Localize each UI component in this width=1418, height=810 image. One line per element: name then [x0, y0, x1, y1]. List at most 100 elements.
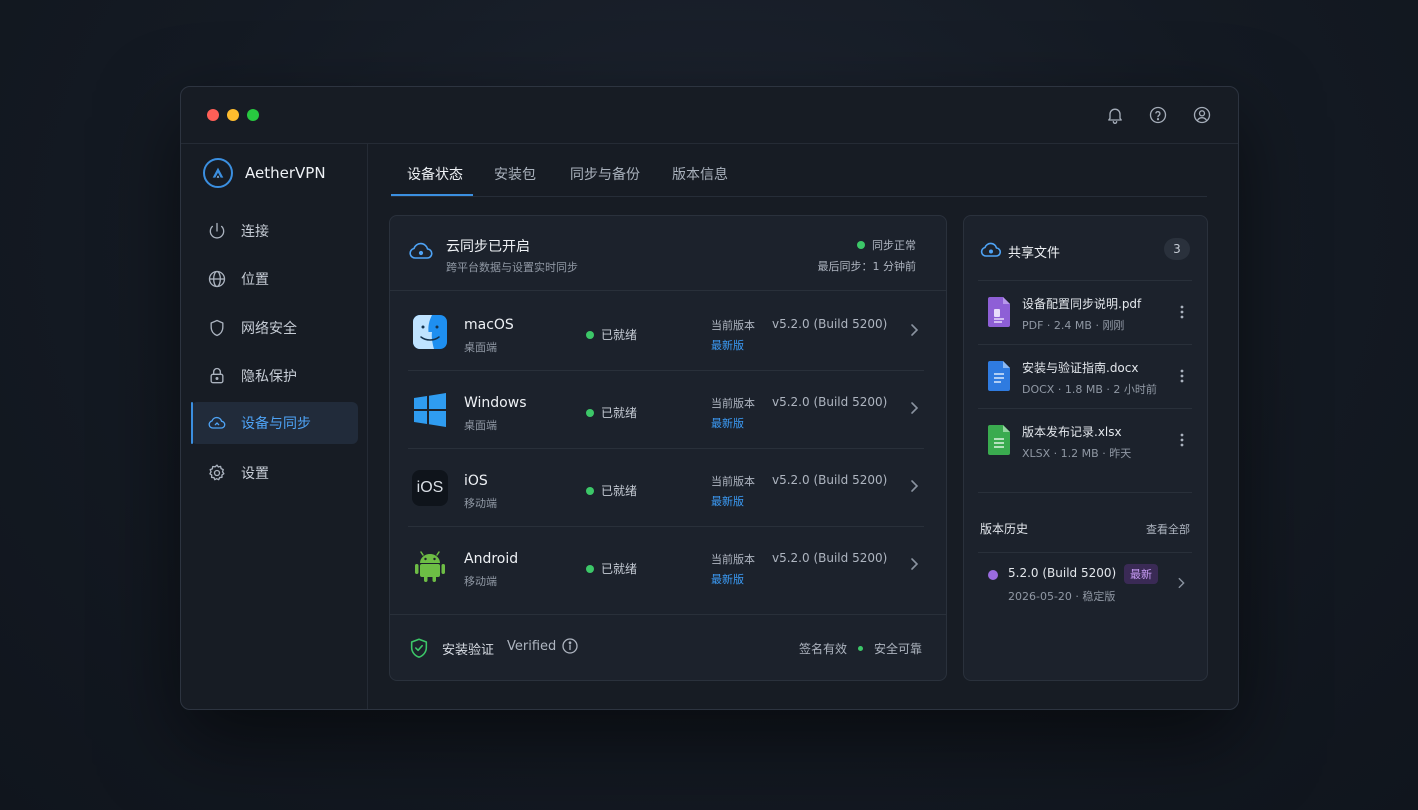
file-name: 版本发布记录.xlsx	[1022, 425, 1122, 439]
file-name: 设备配置同步说明.pdf	[1022, 297, 1142, 311]
version-value: v5.2.0 (Build 5200)	[772, 473, 888, 487]
device-row-ios[interactable]: iOS iOS 移动端 已就绪 当前版本 v5.2.0 (Build 5200)…	[408, 448, 924, 527]
sidebar-item-devices-sync[interactable]: 设备与同步	[191, 402, 358, 444]
file-row[interactable]: 版本发布记录.xlsx XLSX · 1.2 MB · 昨天	[978, 408, 1192, 473]
version-label: 当前版本	[711, 397, 755, 410]
sidebar-item-label: 设置	[241, 466, 269, 482]
file-name: 安装与验证指南.docx	[1022, 361, 1139, 375]
device-status-label: 已就绪	[601, 484, 638, 498]
version-history-title: 版本历史	[980, 522, 1029, 536]
sync-status: 同步正常	[857, 237, 916, 253]
tab-version-info[interactable]: 版本信息	[672, 164, 728, 184]
shield-check-icon	[408, 637, 430, 659]
latest-version-link[interactable]: 最新版	[711, 337, 744, 353]
close-window-button[interactable]	[207, 109, 219, 121]
sidebar-item-privacy[interactable]: 隐私保护	[191, 355, 358, 397]
version-label: 当前版本	[711, 319, 755, 332]
chevron-right-icon[interactable]	[906, 322, 922, 338]
more-vertical-icon[interactable]	[1174, 367, 1190, 385]
device-type: 移动端	[464, 575, 497, 588]
divider	[978, 492, 1192, 493]
status-dot	[586, 408, 594, 417]
device-type: 桌面端	[464, 419, 497, 432]
android-icon	[412, 548, 448, 584]
latest-version-link[interactable]: 最新版	[711, 493, 744, 509]
chevron-right-icon[interactable]	[1174, 575, 1188, 589]
cloud-sync-icon	[207, 413, 227, 433]
version-value: v5.2.0 (Build 5200)	[772, 551, 888, 565]
sync-status-label: 同步正常	[872, 239, 916, 252]
cloud-icon	[980, 240, 1002, 260]
device-status: 已就绪	[586, 404, 637, 421]
verify-title: 安装验证	[442, 643, 495, 658]
lock-icon	[207, 366, 227, 386]
file-meta: DOCX · 1.8 MB · 2 小时前	[1022, 383, 1157, 396]
active-tab-indicator	[391, 194, 473, 196]
tab-packages[interactable]: 安装包	[494, 164, 536, 184]
sidebar-item-network-security[interactable]: 网络安全	[191, 307, 358, 349]
minimize-window-button[interactable]	[227, 109, 239, 121]
file-meta: PDF · 2.4 MB · 刚刚	[1022, 319, 1125, 332]
chevron-right-icon[interactable]	[906, 556, 922, 572]
title-bar	[181, 87, 1238, 144]
view-all-link[interactable]: 查看全部	[1146, 521, 1190, 537]
brand: AetherVPN	[203, 158, 326, 188]
power-icon	[207, 221, 227, 241]
help-icon[interactable]	[1148, 105, 1168, 125]
macos-finder-icon	[412, 314, 448, 350]
user-icon[interactable]	[1192, 105, 1212, 125]
windows-logo-icon	[412, 392, 448, 428]
bell-icon[interactable]	[1105, 105, 1125, 125]
chevron-right-icon[interactable]	[906, 400, 922, 416]
tab-bar: 设备状态 安装包 同步与备份 版本信息	[391, 144, 1207, 197]
sidebar-item-label: 网络安全	[241, 321, 297, 337]
more-vertical-icon[interactable]	[1174, 431, 1190, 449]
sidebar-item-label: 位置	[241, 272, 269, 288]
file-row[interactable]: 安装与验证指南.docx DOCX · 1.8 MB · 2 小时前	[978, 344, 1192, 409]
last-sync-time: 最后同步：1 分钟前	[817, 260, 917, 273]
sidebar-item-settings[interactable]: 设置	[191, 452, 358, 494]
info-icon[interactable]	[562, 638, 578, 654]
device-row-android[interactable]: Android 移动端 已就绪 当前版本 v5.2.0 (Build 5200)…	[408, 526, 924, 604]
shared-files-count: 3	[1164, 238, 1190, 260]
device-status: 已就绪	[586, 560, 637, 577]
sidebar-item-location[interactable]: 位置	[191, 258, 358, 300]
sync-subtitle: 跨平台数据与设置实时同步	[446, 261, 578, 274]
latest-badge: 最新	[1124, 564, 1158, 584]
sidebar-item-label: 连接	[241, 224, 269, 240]
shared-files-title: 共享文件	[1008, 246, 1061, 261]
device-status-label: 已就绪	[601, 406, 638, 420]
tab-sync-backup[interactable]: 同步与备份	[570, 164, 640, 184]
device-status-label: 已就绪	[601, 562, 638, 576]
version-value: v5.2.0 (Build 5200)	[772, 317, 888, 331]
cloud-sync-header: 云同步已开启 跨平台数据与设置实时同步 同步正常 最后同步：1 分钟前	[390, 216, 946, 291]
ios-icon-text: iOS	[416, 479, 444, 496]
device-name: macOS	[464, 317, 514, 333]
latest-version-link[interactable]: 最新版	[711, 571, 744, 587]
sync-title: 云同步已开启	[446, 239, 530, 255]
sidebar-item-connect[interactable]: 连接	[191, 210, 358, 252]
aethervpn-logo-icon	[203, 158, 233, 188]
tab-device-status[interactable]: 设备状态	[407, 164, 463, 184]
docx-file-icon	[988, 361, 1010, 391]
file-row[interactable]: 设备配置同步说明.pdf PDF · 2.4 MB · 刚刚	[978, 280, 1192, 345]
status-dot	[586, 564, 594, 573]
device-name: Android	[464, 551, 519, 567]
latest-version-link[interactable]: 最新版	[711, 415, 744, 431]
app-name: AetherVPN	[245, 164, 326, 182]
maximize-window-button[interactable]	[247, 109, 259, 121]
device-status: 已就绪	[586, 482, 637, 499]
device-row-macos[interactable]: macOS 桌面端 已就绪 当前版本 v5.2.0 (Build 5200) 最…	[408, 292, 924, 371]
more-vertical-icon[interactable]	[1174, 303, 1190, 321]
version-meta: 2026-05-20 · 稳定版	[1008, 590, 1116, 603]
shared-files-card: 共享文件 3 设备配置同步说明.pdf PDF · 2.4 MB · 刚刚 安装…	[963, 215, 1208, 681]
device-status-label: 已就绪	[601, 328, 638, 342]
safety-status: 安全可靠	[873, 642, 922, 656]
gear-icon	[207, 463, 227, 483]
status-dot	[586, 486, 594, 495]
separator-dot	[857, 646, 863, 651]
device-row-windows[interactable]: Windows 桌面端 已就绪 当前版本 v5.2.0 (Build 5200)…	[408, 370, 924, 449]
status-dot	[857, 241, 865, 249]
chevron-right-icon[interactable]	[906, 478, 922, 494]
version-history-item[interactable]: 5.2.0 (Build 5200) 最新 2026-05-20 · 稳定版	[978, 552, 1192, 613]
